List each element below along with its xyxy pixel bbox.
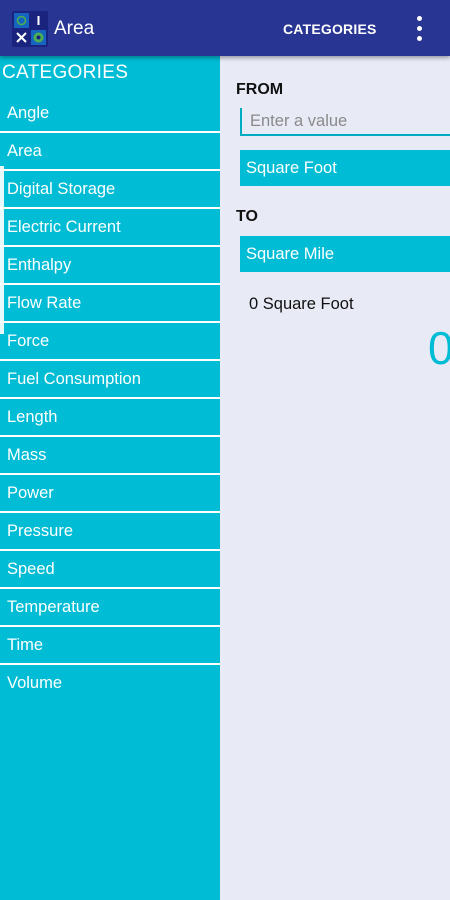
category-item-time[interactable]: Time <box>0 627 220 665</box>
category-item-angle[interactable]: Angle <box>0 95 220 133</box>
category-item-area[interactable]: Area <box>0 133 220 171</box>
app-screen: Area CATEGORIES CATEGORIES Angle Area Di… <box>0 0 450 900</box>
category-item-mass[interactable]: Mass <box>0 437 220 475</box>
from-unit-select[interactable]: Square Foot <box>240 150 450 186</box>
categories-drawer: CATEGORIES Angle Area Digital Storage El… <box>0 56 220 900</box>
category-item-electric-current[interactable]: Electric Current <box>0 209 220 247</box>
result-summary: 0 Square Foot <box>249 295 354 313</box>
category-list: Angle Area Digital Storage Electric Curr… <box>0 95 220 701</box>
categories-button[interactable]: CATEGORIES <box>283 18 377 40</box>
value-input[interactable] <box>240 108 450 136</box>
category-item-fuel-consumption[interactable]: Fuel Consumption <box>0 361 220 399</box>
category-item-digital-storage[interactable]: Digital Storage <box>0 171 220 209</box>
to-label: TO <box>236 208 258 225</box>
category-item-speed[interactable]: Speed <box>0 551 220 589</box>
result-value: 0 <box>428 322 450 374</box>
category-item-length[interactable]: Length <box>0 399 220 437</box>
category-item-pressure[interactable]: Pressure <box>0 513 220 551</box>
app-bar: Area CATEGORIES <box>0 0 450 56</box>
category-item-temperature[interactable]: Temperature <box>0 589 220 627</box>
unit-converter-logo-icon <box>12 11 48 47</box>
category-item-power[interactable]: Power <box>0 475 220 513</box>
converter-panel: FROM Square Foot TO Square Mile 0 Square… <box>220 56 450 900</box>
category-item-volume[interactable]: Volume <box>0 665 220 701</box>
from-label: FROM <box>236 81 284 98</box>
category-item-force[interactable]: Force <box>0 323 220 361</box>
more-vert-icon[interactable] <box>408 14 432 44</box>
category-item-enthalpy[interactable]: Enthalpy <box>0 247 220 285</box>
to-unit-select[interactable]: Square Mile <box>240 236 450 272</box>
category-item-flow-rate[interactable]: Flow Rate <box>0 285 220 323</box>
drawer-header: CATEGORIES <box>2 62 129 83</box>
page-title: Area <box>54 18 95 39</box>
